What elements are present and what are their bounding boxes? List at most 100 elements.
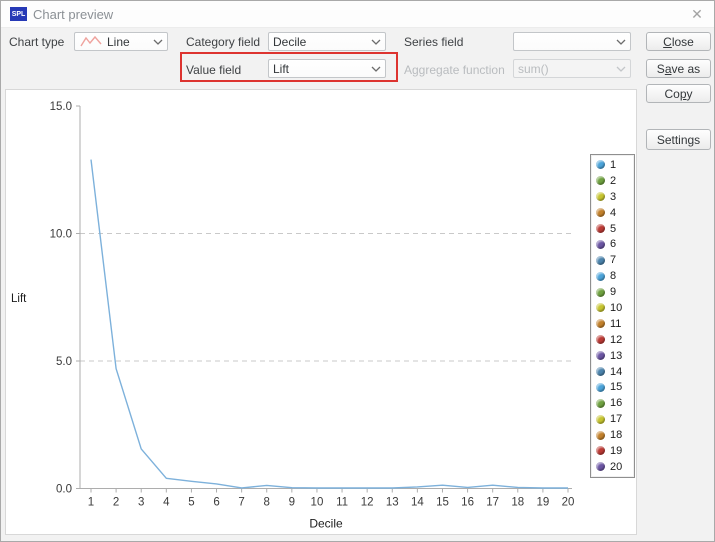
legend-label: 2 <box>610 174 617 187</box>
x-tick-label: 9 <box>289 497 295 509</box>
x-tick-label: 17 <box>486 497 499 509</box>
legend-label: 12 <box>610 333 623 346</box>
legend-dot-icon <box>596 398 605 408</box>
legend-item: 9 <box>591 284 634 300</box>
legend-label: 13 <box>610 349 623 362</box>
legend-dot-icon <box>596 287 605 297</box>
chevron-down-icon <box>371 66 381 72</box>
legend-item: 3 <box>591 189 634 205</box>
chevron-down-icon <box>371 39 381 45</box>
legend-label: 11 <box>610 317 622 330</box>
aggregate-function-dropdown: sum() <box>513 59 631 78</box>
legend-dot-icon <box>596 319 605 329</box>
chart-type-label: Chart type <box>9 35 65 49</box>
legend-label: 19 <box>610 444 623 457</box>
x-axis-title: Decile <box>309 517 343 531</box>
line-chart-icon <box>80 35 102 47</box>
legend-label: 15 <box>610 381 623 394</box>
legend-label: 20 <box>610 460 623 473</box>
legend-item: 17 <box>591 411 634 427</box>
legend-dot-icon <box>596 224 605 233</box>
aggregate-function-value: sum() <box>518 61 549 76</box>
chart-type-value: Line <box>107 34 130 49</box>
x-tick-label: 14 <box>411 497 424 509</box>
legend-item: 15 <box>591 379 634 395</box>
x-tick-label: 10 <box>311 497 324 509</box>
legend-label: 1 <box>610 158 617 171</box>
legend-item: 16 <box>591 395 634 411</box>
app-icon: SPL <box>10 7 27 21</box>
legend-label: 4 <box>610 206 617 219</box>
legend-item: 10 <box>591 300 634 316</box>
chart-preview-dialog: SPL Chart preview ✕ Chart type Line Cate… <box>0 0 715 542</box>
legend-item: 12 <box>591 332 634 348</box>
legend-item: 1 <box>591 157 634 173</box>
chart-type-dropdown[interactable]: Line <box>74 32 168 51</box>
window-title: Chart preview <box>33 7 114 22</box>
chart-legend: 1 2 3 4 5 6 7 8 9 10 11 12 13 14 15 16 17 18 19 20 <box>590 154 635 478</box>
settings-button[interactable]: Settings <box>646 129 711 150</box>
close-button[interactable]: Close <box>646 32 711 51</box>
close-icon[interactable]: ✕ <box>688 5 706 23</box>
x-tick-label: 16 <box>461 497 474 509</box>
legend-dot-icon <box>596 192 605 202</box>
chevron-down-icon <box>616 39 626 45</box>
y-tick-label: 15.0 <box>50 101 72 113</box>
chevron-down-icon <box>616 66 626 72</box>
legend-label: 9 <box>610 286 617 299</box>
legend-item: 2 <box>591 173 634 189</box>
legend-item: 14 <box>591 364 634 380</box>
lift-line-chart: 0.05.010.015.01 2 3 4 5 6 7 8 9 10 11 12 13 14 15 16 17 1… <box>11 101 574 531</box>
value-field-value: Lift <box>273 61 290 76</box>
x-tick-label: 15 <box>436 497 449 509</box>
legend-item: 19 <box>591 443 634 459</box>
category-field-label: Category field <box>186 35 261 49</box>
x-tick-label: 2 <box>113 497 119 509</box>
legend-dot-icon <box>596 176 605 186</box>
legend-dot-icon <box>596 351 605 361</box>
legend-label: 14 <box>610 365 623 378</box>
y-tick-label: 5.0 <box>56 356 72 368</box>
x-tick-label: 6 <box>213 497 219 509</box>
y-tick-label: 0.0 <box>56 484 72 496</box>
value-field-dropdown[interactable]: Lift <box>268 59 386 78</box>
legend-label: 18 <box>610 429 623 442</box>
legend-item: 13 <box>591 348 634 364</box>
legend-item: 18 <box>591 427 634 443</box>
series-field-dropdown[interactable] <box>513 32 631 51</box>
x-tick-label: 18 <box>511 497 524 509</box>
chart-panel: 0.0 5.0 10.0 15.0 1 2 3 4 5 6 7 8 9 10 11 12 13 14 15 16 17 1… <box>5 89 637 535</box>
x-tick-label: 5 <box>188 497 194 509</box>
x-tick-label: 13 <box>386 497 399 509</box>
x-tick-label: 1 <box>88 497 94 509</box>
legend-label: 6 <box>610 238 617 251</box>
legend-label: 7 <box>610 254 617 267</box>
title-bar: SPL Chart preview ✕ <box>1 1 714 28</box>
save-as-button[interactable]: Save as <box>646 59 711 78</box>
x-tick-label: 4 <box>163 497 170 509</box>
legend-label: 10 <box>610 301 623 314</box>
legend-dot-icon <box>596 335 605 345</box>
y-axis-title: Lift <box>11 293 27 305</box>
legend-dot-icon <box>596 160 605 170</box>
legend-item: 5 <box>591 221 634 237</box>
x-tick-label: 3 <box>138 497 144 509</box>
legend-dot-icon <box>596 462 605 472</box>
x-tick-label: 19 <box>536 497 549 509</box>
y-tick-label: 10.0 <box>50 229 72 241</box>
x-tick-label: 11 <box>336 497 348 509</box>
legend-item: 8 <box>591 268 634 284</box>
legend-dot-icon <box>596 367 605 377</box>
category-field-dropdown[interactable]: Decile <box>268 32 386 51</box>
legend-dot-icon <box>596 208 605 218</box>
legend-dot-icon <box>596 239 605 249</box>
series-field-label: Series field <box>404 35 464 49</box>
copy-button[interactable]: Copy <box>646 84 711 103</box>
legend-dot-icon <box>596 414 605 424</box>
x-tick-label: 12 <box>361 497 374 509</box>
legend-dot-icon <box>596 382 605 392</box>
legend-item: 11 <box>591 316 634 332</box>
legend-label: 16 <box>610 397 623 410</box>
legend-label: 8 <box>610 270 617 283</box>
category-field-value: Decile <box>273 34 307 49</box>
